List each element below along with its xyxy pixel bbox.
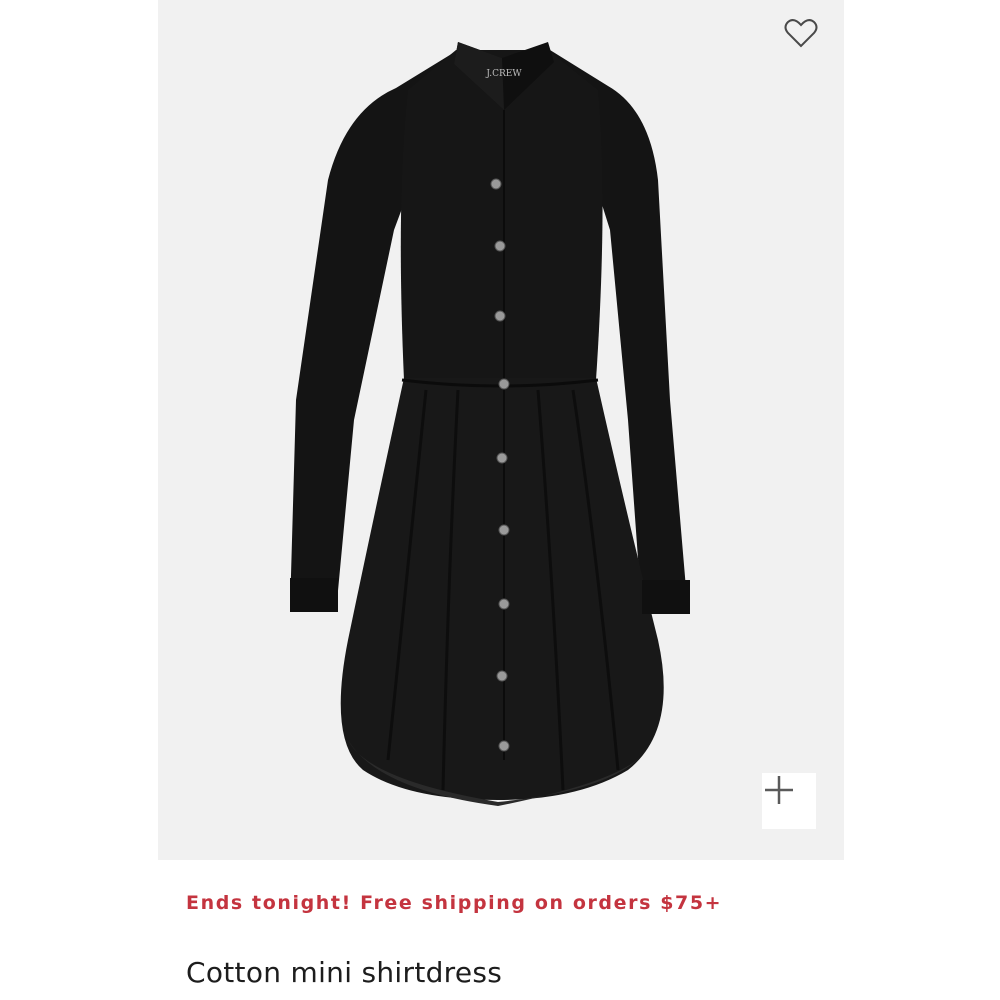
- plus-icon: [765, 776, 793, 804]
- wishlist-button[interactable]: [784, 18, 826, 58]
- promo-banner[interactable]: Ends tonight! Free shipping on orders $7…: [186, 892, 722, 914]
- zoom-button[interactable]: [762, 773, 816, 829]
- product-info: Ends tonight! Free shipping on orders $7…: [158, 860, 844, 1000]
- left-margin: [0, 0, 158, 1000]
- product-image[interactable]: J.CREW: [158, 0, 844, 860]
- heart-outline-icon: [784, 19, 818, 48]
- product-title[interactable]: Cotton mini shirtdress: [186, 956, 502, 989]
- product-card: J.CREW Ends tonight! Free shipping on or…: [158, 0, 844, 1000]
- right-margin: [844, 0, 1000, 1000]
- shirtdress-image: J.CREW: [290, 42, 690, 806]
- brand-label: J.CREW: [485, 69, 522, 79]
